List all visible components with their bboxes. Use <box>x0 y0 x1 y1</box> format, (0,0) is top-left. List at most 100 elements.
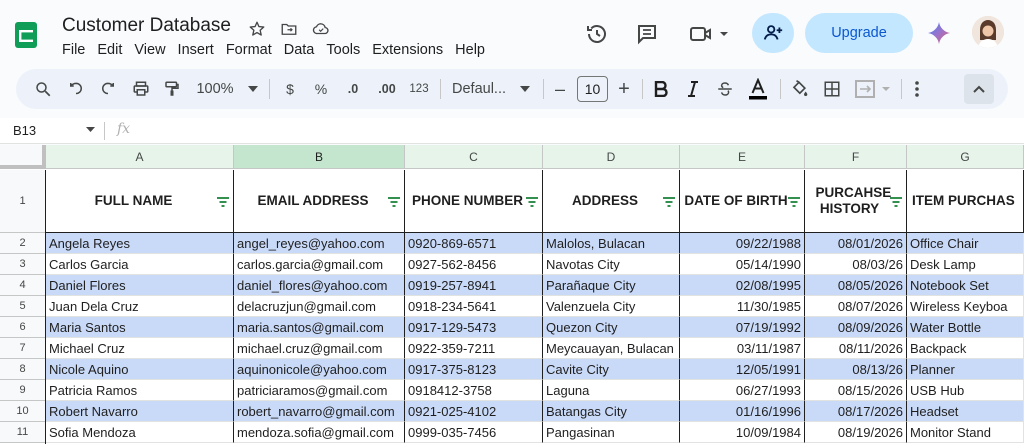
table-cell[interactable]: 08/17/2026 <box>805 401 907 422</box>
menu-extensions[interactable]: Extensions <box>366 41 449 59</box>
table-cell[interactable]: 0922-359-7211 <box>405 338 543 359</box>
table-cell[interactable]: angel_reyes@yahoo.com <box>234 233 405 254</box>
star-icon[interactable] <box>246 18 268 40</box>
table-cell[interactable]: Patricia Ramos <box>46 380 234 401</box>
header-cell[interactable]: ITEM PURCHAS <box>907 170 1024 233</box>
row-header-1[interactable]: 1 <box>0 170 46 233</box>
gemini-sparkle-icon[interactable] <box>927 21 951 45</box>
increase-decimal-button[interactable]: .00 <box>373 77 401 101</box>
table-cell[interactable]: 0921-025-4102 <box>405 401 543 422</box>
row-header-3[interactable]: 3 <box>0 254 46 275</box>
table-cell[interactable]: 08/03/26 <box>805 254 907 275</box>
table-cell[interactable]: carlos.garcia@gmail.com <box>234 254 405 275</box>
table-cell[interactable]: 01/16/1996 <box>680 401 805 422</box>
undo-icon[interactable] <box>65 77 87 101</box>
table-cell[interactable]: Planner <box>907 359 1024 380</box>
table-cell[interactable]: Wireless Keyboa <box>907 296 1024 317</box>
table-cell[interactable]: 0920-869-6571 <box>405 233 543 254</box>
table-cell[interactable]: 0927-562-8456 <box>405 254 543 275</box>
row-header-10[interactable]: 10 <box>0 401 46 422</box>
table-cell[interactable]: 0917-129-5473 <box>405 317 543 338</box>
table-cell[interactable]: Parañaque City <box>543 275 680 296</box>
filter-icon[interactable] <box>388 197 400 207</box>
print-icon[interactable] <box>130 77 152 101</box>
move-folder-icon[interactable] <box>278 18 300 40</box>
filter-icon[interactable] <box>788 197 800 207</box>
table-cell[interactable]: 08/01/2026 <box>805 233 907 254</box>
table-cell[interactable]: Malolos, Bulacan <box>543 233 680 254</box>
search-menus-icon[interactable] <box>32 77 54 101</box>
table-cell[interactable]: 0999-035-7456 <box>405 422 543 443</box>
version-history-icon[interactable] <box>584 21 610 47</box>
row-header-8[interactable]: 8 <box>0 359 46 380</box>
table-cell[interactable]: mendoza.sofia@gmail.com <box>234 422 405 443</box>
table-cell[interactable]: 0917-375-8123 <box>405 359 543 380</box>
menu-help[interactable]: Help <box>449 41 491 59</box>
table-cell[interactable]: Michael Cruz <box>46 338 234 359</box>
table-cell[interactable]: Pangasinan <box>543 422 680 443</box>
table-cell[interactable]: 12/05/1991 <box>680 359 805 380</box>
menu-format[interactable]: Format <box>220 41 278 59</box>
table-cell[interactable]: 08/15/2026 <box>805 380 907 401</box>
table-cell[interactable]: USB Hub <box>907 380 1024 401</box>
table-cell[interactable]: Nicole Aquino <box>46 359 234 380</box>
comments-icon[interactable] <box>634 21 660 47</box>
column-header-g[interactable]: G <box>907 145 1024 169</box>
table-cell[interactable]: Meycauayan, Bulacan <box>543 338 680 359</box>
table-cell[interactable]: daniel_flores@yahoo.com <box>234 275 405 296</box>
row-header-6[interactable]: 6 <box>0 317 46 338</box>
more-options-icon[interactable] <box>908 77 926 101</box>
table-cell[interactable]: 02/08/1995 <box>680 275 805 296</box>
table-cell[interactable]: Maria Santos <box>46 317 234 338</box>
merge-cells-icon[interactable] <box>854 77 894 101</box>
column-header-f[interactable]: F <box>805 145 907 169</box>
table-cell[interactable]: 09/22/1988 <box>680 233 805 254</box>
header-cell[interactable]: DATE OF BIRTH <box>680 170 805 233</box>
table-cell[interactable]: Sofia Mendoza <box>46 422 234 443</box>
table-cell[interactable]: Notebook Set <box>907 275 1024 296</box>
table-cell[interactable]: Robert Navarro <box>46 401 234 422</box>
table-cell[interactable]: 05/14/1990 <box>680 254 805 275</box>
table-cell[interactable]: delacruzjun@gmail.com <box>234 296 405 317</box>
filter-icon[interactable] <box>890 197 902 207</box>
filter-icon[interactable] <box>526 197 538 207</box>
menu-view[interactable]: View <box>128 41 171 59</box>
table-cell[interactable]: Office Chair <box>907 233 1024 254</box>
row-header-7[interactable]: 7 <box>0 338 46 359</box>
menu-tools[interactable]: Tools <box>320 41 366 59</box>
table-cell[interactable]: 08/09/2026 <box>805 317 907 338</box>
column-header-c[interactable]: C <box>405 145 543 169</box>
share-button[interactable] <box>752 13 794 53</box>
table-cell[interactable]: 0919-257-8941 <box>405 275 543 296</box>
row-header-4[interactable]: 4 <box>0 275 46 296</box>
table-cell[interactable]: 06/27/1993 <box>680 380 805 401</box>
font-select[interactable]: Defaul... <box>452 77 530 101</box>
row-header-11[interactable]: 11 <box>0 422 46 443</box>
table-cell[interactable]: 08/05/2026 <box>805 275 907 296</box>
table-cell[interactable]: Backpack <box>907 338 1024 359</box>
table-cell[interactable]: 08/13/26 <box>805 359 907 380</box>
more-formats-button[interactable]: 123 <box>406 77 432 101</box>
italic-icon[interactable] <box>682 77 704 101</box>
column-header-d[interactable]: D <box>543 145 680 169</box>
table-cell[interactable]: Headset <box>907 401 1024 422</box>
menu-data[interactable]: Data <box>278 41 321 59</box>
menu-edit[interactable]: Edit <box>91 41 128 59</box>
table-cell[interactable]: 08/19/2026 <box>805 422 907 443</box>
header-cell[interactable]: PURCAHSE HISTORY <box>805 170 907 233</box>
increase-font-size-button[interactable]: + <box>616 77 632 101</box>
table-cell[interactable]: Laguna <box>543 380 680 401</box>
table-cell[interactable]: Monitor Stand <box>907 422 1024 443</box>
menu-file[interactable]: File <box>56 41 91 59</box>
fill-color-icon[interactable] <box>788 77 810 101</box>
cloud-saved-icon[interactable] <box>310 18 332 40</box>
table-cell[interactable]: 07/19/1992 <box>680 317 805 338</box>
avatar[interactable] <box>972 16 1004 48</box>
table-cell[interactable]: Water Bottle <box>907 317 1024 338</box>
column-header-b[interactable]: B <box>234 145 405 169</box>
filter-icon[interactable] <box>217 197 229 207</box>
table-cell[interactable]: 0918412-3758 <box>405 380 543 401</box>
select-all-corner[interactable] <box>0 145 46 169</box>
borders-icon[interactable] <box>821 77 843 101</box>
meet-icon[interactable] <box>689 21 733 47</box>
